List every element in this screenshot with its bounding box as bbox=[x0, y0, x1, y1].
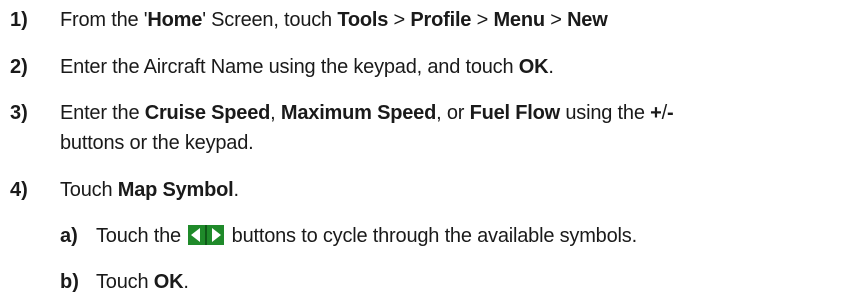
instruction-list: 1) From the 'Home' Screen, touch Tools >… bbox=[0, 0, 846, 304]
step-number: 3) bbox=[10, 102, 28, 124]
substep-letter: a) bbox=[60, 225, 78, 247]
step-number: 2) bbox=[10, 56, 28, 78]
step-text: Enter the Cruise Speed, Maximum Speed, o… bbox=[60, 102, 674, 124]
step-number: 4) bbox=[10, 179, 28, 201]
step-text: Touch Map Symbol. bbox=[60, 179, 239, 201]
step-text: Enter the Aircraft Name using the keypad… bbox=[60, 56, 554, 78]
substep-text: Touch OK. bbox=[96, 271, 189, 293]
substep-text: Touch the buttons to cycle through the a… bbox=[96, 225, 637, 247]
left-right-arrow-buttons-icon bbox=[188, 225, 225, 245]
step-number: 1) bbox=[10, 9, 28, 31]
substep-letter: b) bbox=[60, 271, 79, 293]
step-text-line2: buttons or the keypad. bbox=[60, 132, 254, 154]
step-text: From the 'Home' Screen, touch Tools > Pr… bbox=[60, 9, 608, 31]
